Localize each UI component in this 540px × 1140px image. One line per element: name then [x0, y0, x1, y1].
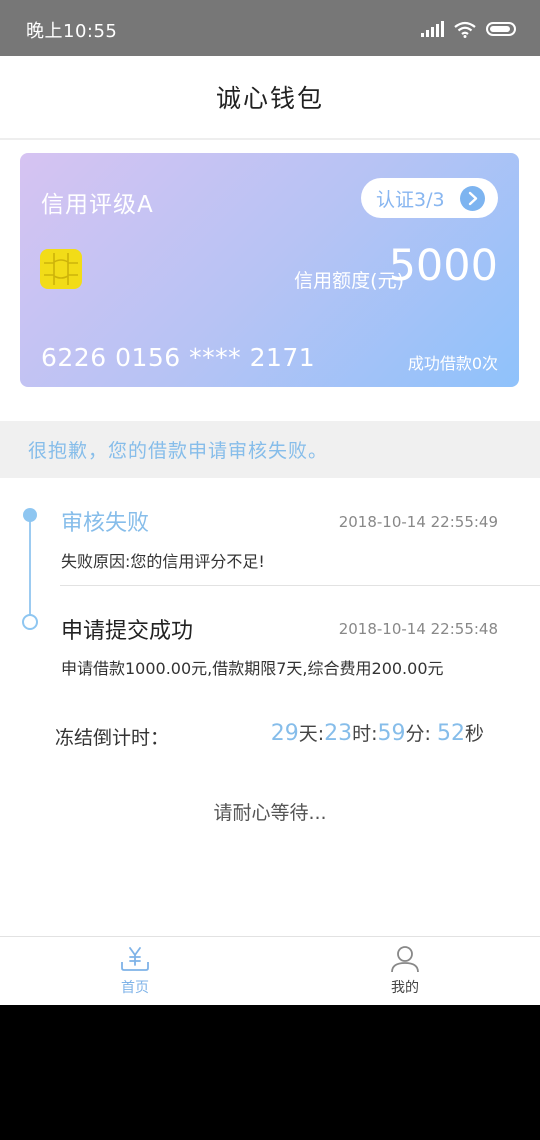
tab-me-label: 我的 — [391, 980, 419, 996]
countdown-hours: 23 — [324, 721, 353, 746]
event-time: 2018-10-14 22:55:49 — [338, 513, 498, 531]
tab-me[interactable]: 我的 — [355, 937, 455, 1005]
event-description: 申请借款1000.00元,借款期限7天,综合费用200.00元 — [61, 659, 444, 678]
signal-icon — [421, 21, 444, 37]
timeline-line — [29, 515, 31, 621]
notice-text: 很抱歉，您的借款申请审核失败。 — [28, 440, 329, 462]
app-screen: 晚上10:55 诚心钱包 信用评级A 认证3/3 信用额度(元) 5000 62… — [0, 0, 540, 1005]
event-time: 2018-10-14 22:55:48 — [338, 620, 498, 638]
borrow-count: 成功借款0次 — [407, 354, 498, 373]
countdown-days-unit: 天: — [298, 723, 325, 745]
status-time: 晚上10:55 — [26, 21, 118, 42]
verify-label: 认证3/3 — [376, 188, 445, 211]
event-title: 申请提交成功 — [61, 619, 194, 644]
tab-home-label: 首页 — [121, 980, 149, 996]
timeline-dot-current — [23, 508, 37, 522]
status-bar: 晚上10:55 — [0, 0, 540, 56]
countdown-minutes: 59 — [377, 721, 406, 746]
divider — [60, 585, 540, 586]
credit-rating: 信用评级A — [41, 192, 154, 218]
title-bar: 诚心钱包 — [0, 56, 540, 140]
chevron-right-icon — [460, 186, 485, 211]
countdown-days: 29 — [270, 721, 299, 746]
countdown-timer: 29天:23时:59分: 52秒 — [271, 719, 484, 746]
notice-banner: 很抱歉，您的借款申请审核失败。 — [0, 421, 540, 478]
credit-limit-value: 5000 — [388, 241, 498, 291]
countdown-label: 冻结倒计时： — [55, 727, 170, 749]
event-title: 审核失败 — [61, 511, 150, 536]
tab-home[interactable]: 首页 — [85, 937, 185, 1005]
battery-icon — [486, 22, 516, 36]
countdown-minutes-unit: 分: — [405, 723, 431, 745]
countdown-hours-unit: 时: — [352, 723, 378, 745]
wait-message: 请耐心等待... — [213, 802, 327, 824]
bottom-tab-bar: 首页 我的 — [0, 936, 540, 1005]
card-chip-icon — [40, 249, 82, 289]
verify-button[interactable]: 认证3/3 — [361, 178, 498, 218]
countdown-seconds-unit: 秒 — [464, 723, 484, 745]
wifi-icon — [454, 21, 476, 38]
credit-limit-label: 信用额度(元) — [294, 270, 404, 292]
card-number: 6226 0156 **** 2171 — [41, 343, 316, 372]
page-title: 诚心钱包 — [215, 84, 324, 113]
status-icons — [421, 18, 516, 40]
countdown-seconds: 52 — [436, 721, 465, 746]
credit-card: 信用评级A 认证3/3 信用额度(元) 5000 6226 0156 **** … — [20, 153, 519, 387]
event-description: 失败原因:您的信用评分不足! — [61, 552, 265, 571]
yen-icon — [121, 947, 149, 971]
user-icon — [391, 946, 419, 973]
timeline-dot-past — [22, 614, 38, 630]
